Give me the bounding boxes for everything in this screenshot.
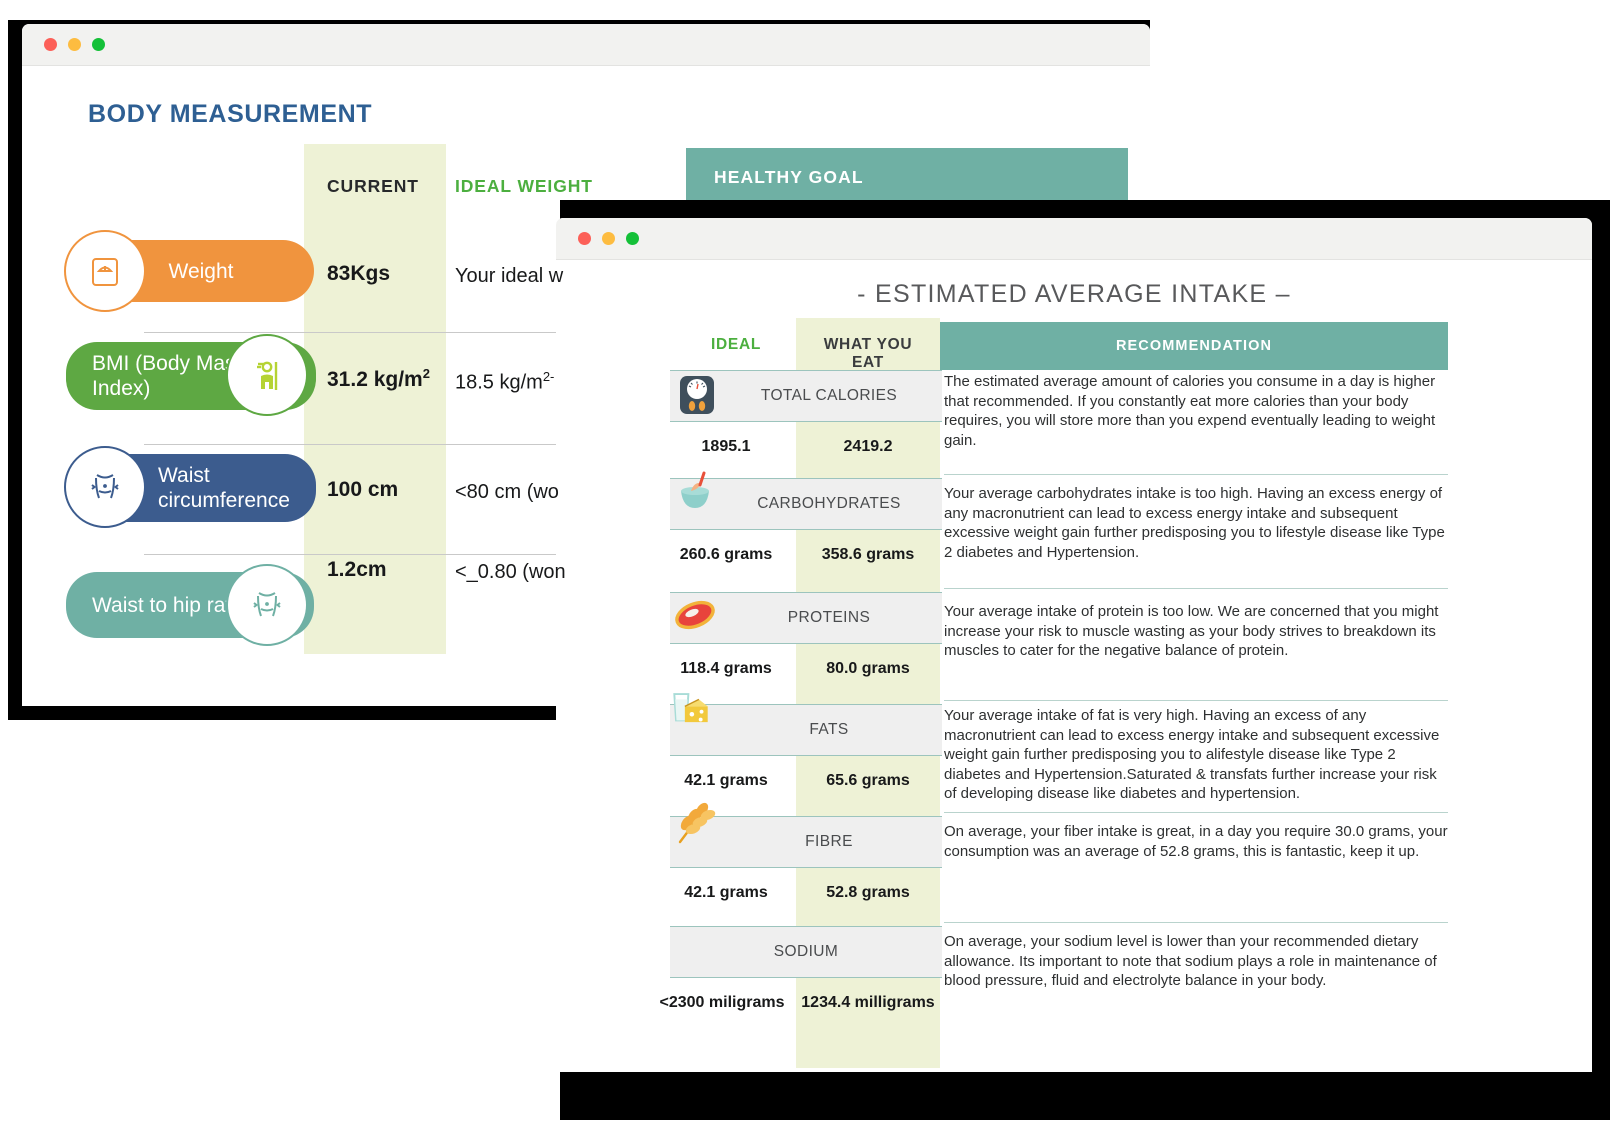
column-header-ideal: IDEAL: [711, 336, 761, 353]
nutrient-name: SODIUM: [773, 943, 839, 960]
close-button[interactable]: [44, 38, 57, 51]
recommendation-text: Your average carbohydrates intake is too…: [944, 485, 1445, 561]
eaten-value: 2419.2: [843, 438, 893, 455]
ideal-value: 42.1 grams: [684, 884, 768, 901]
wheat-grain-icon: [668, 794, 726, 852]
nutrient-name: FIBRE: [805, 833, 853, 850]
ideal-value: 260.6 grams: [679, 546, 773, 563]
ideal-value: 18.5 kg/m2-: [455, 369, 554, 395]
nutrient-name: FATS: [809, 721, 849, 738]
ideal-value-text: <80 cm (wo: [455, 481, 559, 503]
nutrient-label-box[interactable]: SODIUM: [670, 926, 942, 978]
nutrient-name: PROTEINS: [787, 609, 871, 626]
recommendation-text: Your average intake of fat is very high.…: [944, 707, 1440, 802]
page-title: BODY MEASUREMENT: [88, 100, 373, 128]
ideal-value: <_0.80 (won: [455, 561, 566, 584]
ideal-value: <80 cm (wo: [455, 481, 559, 504]
current-value-text: 1.2cm: [327, 558, 387, 581]
maximize-button[interactable]: [92, 38, 105, 51]
body-height-person-icon: [226, 334, 308, 416]
ideal-value: Your ideal w: [455, 265, 563, 288]
weighing-scale-icon: [64, 230, 146, 312]
ideal-value: 1895.1: [701, 438, 751, 455]
recommendation-header-bar: RECOMMENDATION: [940, 322, 1448, 370]
row-divider: [944, 700, 1448, 701]
current-value: 31.2 kg/m2: [327, 366, 430, 392]
eaten-value: 358.6 grams: [821, 546, 915, 563]
recommendation-text: The estimated average amount of calories…: [944, 373, 1436, 449]
column-header-what-you-eat: WHAT YOU EAT: [823, 336, 913, 371]
eaten-value: 80.0 grams: [826, 660, 910, 677]
current-value-text: 100 cm: [327, 478, 399, 501]
minimize-button[interactable]: [602, 232, 615, 245]
eaten-value: 52.8 grams: [826, 884, 910, 901]
minimize-button[interactable]: [68, 38, 81, 51]
row-divider: [944, 474, 1448, 475]
row-label: Waist to hip ratio: [92, 593, 248, 617]
column-header-current: CURRENT: [327, 176, 419, 196]
ideal-value: 42.1 grams: [684, 772, 768, 789]
healthy-goal-header-bar: HEALTHY GOAL: [686, 148, 1128, 206]
close-button[interactable]: [578, 232, 591, 245]
nutrient-name: TOTAL CALORIES: [760, 387, 898, 404]
ideal-value: <2300 miligrams: [659, 994, 785, 1011]
bathroom-scale-icon: [668, 366, 726, 424]
recommendation-text: On average, your sodium level is lower t…: [944, 933, 1437, 989]
rice-bowl-icon: [666, 464, 724, 522]
window1-titlebar[interactable]: [22, 24, 1150, 66]
milk-cheese-icon: [662, 680, 720, 738]
current-value: 100 cm: [327, 478, 398, 502]
current-value: 1.2cm: [327, 558, 387, 582]
current-value-sup: 2: [422, 366, 430, 381]
window-estimated-average-intake: - ESTIMATED AVERAGE INTAKE – RECOMMENDAT…: [556, 218, 1592, 1072]
recommendation-text: Your average intake of protein is too lo…: [944, 603, 1439, 659]
current-value-text: 83Kgs: [327, 262, 391, 285]
eaten-value: 1234.4 milligrams: [801, 994, 935, 1011]
ideal-value-text: Your ideal w: [455, 265, 564, 287]
page-title: - ESTIMATED AVERAGE INTAKE –: [857, 280, 1291, 308]
current-value: 83Kgs: [327, 262, 390, 286]
current-value-text: 31.2 kg/m: [327, 368, 423, 391]
row-divider: [944, 922, 1448, 923]
healthy-goal-label: HEALTHY GOAL: [714, 166, 864, 187]
recommendation-label: RECOMMENDATION: [1115, 338, 1273, 354]
row-divider: [944, 812, 1448, 813]
recommendation-text: On average, your fiber intake is great, …: [944, 823, 1448, 860]
ideal-value-text: 18.5 kg/m: [455, 371, 543, 394]
row-divider: [944, 588, 1448, 589]
row-label: Waist circumference: [158, 464, 290, 512]
ideal-value-sup: 2-: [542, 369, 555, 384]
window2-titlebar[interactable]: [556, 218, 1592, 260]
waist-hip-icon: [226, 564, 308, 646]
maximize-button[interactable]: [626, 232, 639, 245]
eaten-value: 65.6 grams: [826, 772, 910, 789]
steak-meat-icon: [666, 586, 724, 644]
waist-measure-icon: [64, 446, 146, 528]
ideal-value-text: <_0.80 (won: [455, 561, 566, 583]
column-header-ideal-weight: IDEAL WEIGHT: [455, 176, 593, 196]
nutrient-name: CARBOHYDRATES: [757, 495, 901, 512]
row-label: Weight: [168, 259, 234, 283]
